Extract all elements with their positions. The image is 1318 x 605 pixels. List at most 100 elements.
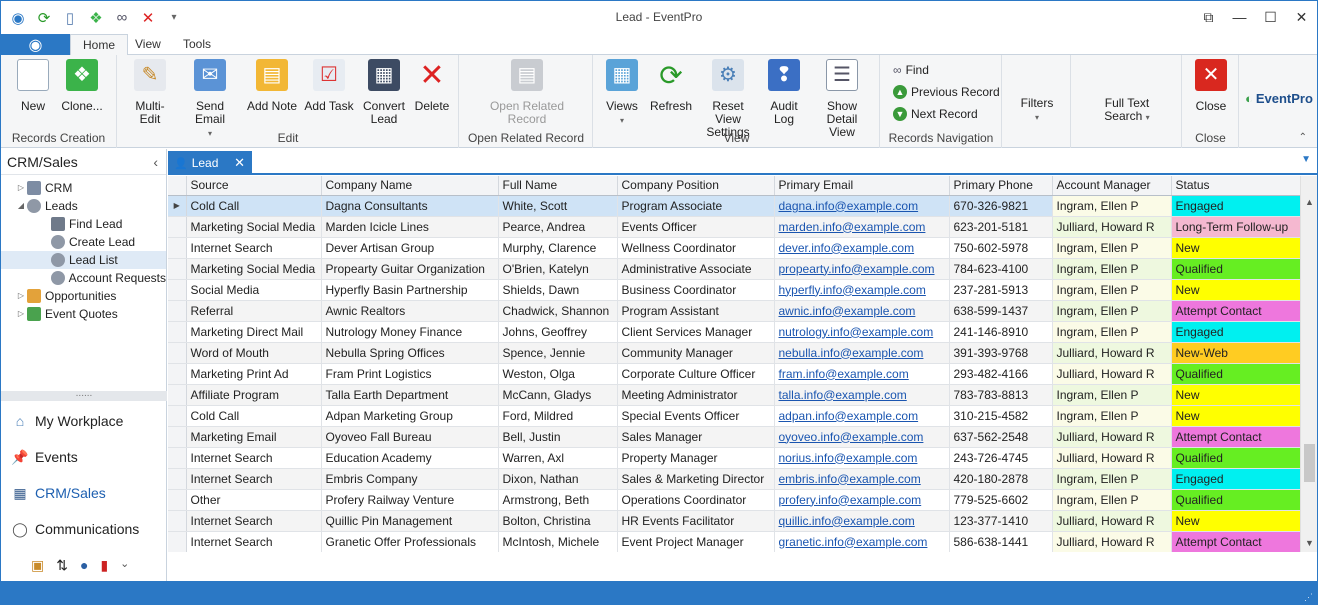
row-indicator[interactable]	[168, 384, 187, 406]
table-row[interactable]: Marketing Print Ad Fram Print Logistics We…	[168, 363, 1302, 385]
scrollbar-thumb[interactable]	[1304, 444, 1315, 482]
cell-primary-email[interactable]: norius.info@example.com	[774, 447, 950, 469]
new-document-icon[interactable]: ▯	[57, 7, 83, 29]
table-row[interactable]: Marketing Email Oyoveo Fall Bureau Bell, J…	[168, 426, 1302, 448]
multi-edit-button[interactable]: ✎ Multi-Edit	[126, 59, 174, 126]
send-email-button[interactable]: ✉ Send Email ▾	[182, 59, 238, 140]
clone-icon[interactable]: ❖	[83, 7, 109, 29]
tree-item-lead-list[interactable]: Lead List	[1, 251, 166, 269]
app-logo-icon[interactable]: ◉	[5, 7, 31, 29]
convert-lead-button[interactable]: ▦ Convert Lead	[360, 59, 408, 126]
table-row[interactable]: Referral Awnic Realtors Chadwick, Shannon P…	[168, 300, 1302, 322]
column-header-full-name[interactable]: Full Name	[498, 176, 618, 196]
minimize-button[interactable]: —	[1224, 1, 1255, 33]
collapse-arrow-icon[interactable]: ◢	[15, 197, 27, 215]
cell-primary-email[interactable]: talla.info@example.com	[774, 384, 950, 406]
cell-primary-email[interactable]: nutrology.info@example.com	[774, 321, 950, 343]
reset-view-settings-button[interactable]: ⚙ Reset View Settings	[700, 59, 756, 139]
previous-record-button[interactable]: ▲ Previous Record	[893, 85, 1000, 99]
restore-ribbon-button[interactable]: ⧉	[1193, 1, 1224, 33]
row-indicator[interactable]	[168, 321, 187, 343]
tree-item-crm[interactable]: ▷ CRM	[1, 179, 166, 197]
table-row[interactable]: Marketing Social Media Marden Icicle Line…	[168, 216, 1302, 238]
reports-chart-icon[interactable]: ▮	[100, 557, 108, 574]
show-detail-view-button[interactable]: ☰ Show Detail View	[810, 59, 874, 139]
row-indicator[interactable]	[168, 510, 187, 532]
cell-primary-email[interactable]: adpan.info@example.com	[774, 405, 950, 427]
cell-primary-email[interactable]: embris.info@example.com	[774, 468, 950, 490]
refresh-button[interactable]: ⟳ Refresh	[648, 59, 694, 113]
table-row[interactable]: Cold Call Adpan Marketing Group Ford, Mild…	[168, 405, 1302, 427]
tree-item-leads[interactable]: ◢ Leads	[1, 197, 166, 215]
column-header-source[interactable]: Source	[186, 176, 322, 196]
scroll-up-icon[interactable]: ▲	[1301, 197, 1317, 207]
table-row[interactable]: Other Profery Railway Venture Armstrong, B…	[168, 489, 1302, 511]
row-indicator[interactable]	[168, 405, 187, 427]
column-header-account-manager[interactable]: Account Manager	[1052, 176, 1172, 196]
documents-icon[interactable]: ▣	[31, 557, 44, 574]
cell-primary-email[interactable]: granetic.info@example.com	[774, 531, 950, 552]
row-indicator[interactable]	[168, 237, 187, 259]
tree-item-account-requests[interactable]: Account Requests	[1, 269, 166, 287]
tab-lead[interactable]: 👤 Lead ✕	[168, 151, 252, 175]
new-button[interactable]: New	[15, 59, 51, 113]
cell-primary-email[interactable]: dever.info@example.com	[774, 237, 950, 259]
more-icon[interactable]: ⌄	[120, 557, 129, 574]
column-header-status[interactable]: Status	[1171, 176, 1302, 196]
table-row[interactable]: Marketing Direct Mail Nutrology Money Fin…	[168, 321, 1302, 343]
tree-item-event-quotes[interactable]: ▷ Event Quotes	[1, 305, 166, 323]
sidebar-splitter[interactable]: ......	[1, 389, 167, 401]
vertical-scrollbar[interactable]: ▲ ▼	[1300, 176, 1317, 552]
cell-primary-email[interactable]: fram.info@example.com	[774, 363, 950, 385]
row-indicator[interactable]: ▶	[168, 195, 187, 217]
tab-tools[interactable]: Tools	[171, 34, 223, 55]
tree-item-find-lead[interactable]: Find Lead	[1, 215, 166, 233]
close-button[interactable]: ✕ Close	[1193, 59, 1229, 113]
next-record-button[interactable]: ▼ Next Record	[893, 107, 978, 121]
expand-arrow-icon[interactable]: ▷	[15, 287, 27, 305]
row-indicator[interactable]	[168, 363, 187, 385]
table-row[interactable]: Internet Search Quillic Pin Management Bol…	[168, 510, 1302, 532]
row-indicator[interactable]	[168, 300, 187, 322]
row-indicator[interactable]	[168, 258, 187, 280]
cell-primary-email[interactable]: nebulla.info@example.com	[774, 342, 950, 364]
tab-view[interactable]: View	[123, 34, 173, 55]
cell-primary-email[interactable]: marden.info@example.com	[774, 216, 950, 238]
resize-grip-icon[interactable]: ⋰	[1304, 592, 1313, 603]
row-indicator[interactable]	[168, 279, 187, 301]
close-window-button[interactable]: ✕	[1286, 1, 1317, 33]
table-row[interactable]: Affiliate Program Talla Earth Department M…	[168, 384, 1302, 406]
table-row[interactable]: Internet Search Granetic Offer Profession…	[168, 531, 1302, 552]
cell-primary-email[interactable]: propearty.info@example.com	[774, 258, 950, 280]
cell-primary-email[interactable]: dagna.info@example.com	[774, 195, 950, 217]
row-indicator[interactable]	[168, 447, 187, 469]
audit-log-button[interactable]: ❢ Audit Log	[766, 59, 802, 126]
transfer-icon[interactable]: ⇅	[56, 557, 68, 574]
table-row[interactable]: Word of Mouth Nebulla Spring Offices Spenc…	[168, 342, 1302, 364]
row-indicator[interactable]	[168, 531, 187, 552]
row-indicator[interactable]	[168, 342, 187, 364]
views-button[interactable]: ▦ Views ▾	[604, 59, 640, 127]
delete-button[interactable]: ✕ Delete	[412, 59, 452, 113]
tree-item-opportunities[interactable]: ▷ Opportunities	[1, 287, 166, 305]
add-task-button[interactable]: ☑ Add Task	[304, 59, 354, 113]
nav-crm-sales[interactable]: ▦ CRM/Sales	[1, 475, 167, 511]
cell-primary-email[interactable]: quillic.info@example.com	[774, 510, 950, 532]
table-row[interactable]: Internet Search Embris Company Dixon, Nath…	[168, 468, 1302, 490]
find-icon[interactable]: ∞	[109, 7, 135, 29]
column-header-primary-phone[interactable]: Primary Phone	[949, 176, 1053, 196]
find-button[interactable]: ∞ Find	[893, 63, 929, 77]
row-indicator[interactable]	[168, 489, 187, 511]
customize-qat-icon[interactable]: ▾	[161, 7, 187, 29]
open-related-record-button[interactable]: ▤ Open Related Record	[488, 59, 566, 126]
cell-primary-email[interactable]: profery.info@example.com	[774, 489, 950, 511]
close-tab-icon[interactable]: ✕	[234, 155, 245, 171]
add-note-button[interactable]: ▤ Add Note	[246, 59, 298, 113]
nav-communications[interactable]: ◯ Communications	[1, 511, 167, 547]
tree-item-create-lead[interactable]: Create Lead	[1, 233, 166, 251]
cell-primary-email[interactable]: awnic.info@example.com	[774, 300, 950, 322]
table-row[interactable]: Internet Search Dever Artisan Group Murphy…	[168, 237, 1302, 259]
nav-events[interactable]: 📌 Events	[1, 439, 167, 475]
nav-my-workplace[interactable]: ⌂ My Workplace	[1, 403, 167, 439]
cell-primary-email[interactable]: hyperfly.info@example.com	[774, 279, 950, 301]
